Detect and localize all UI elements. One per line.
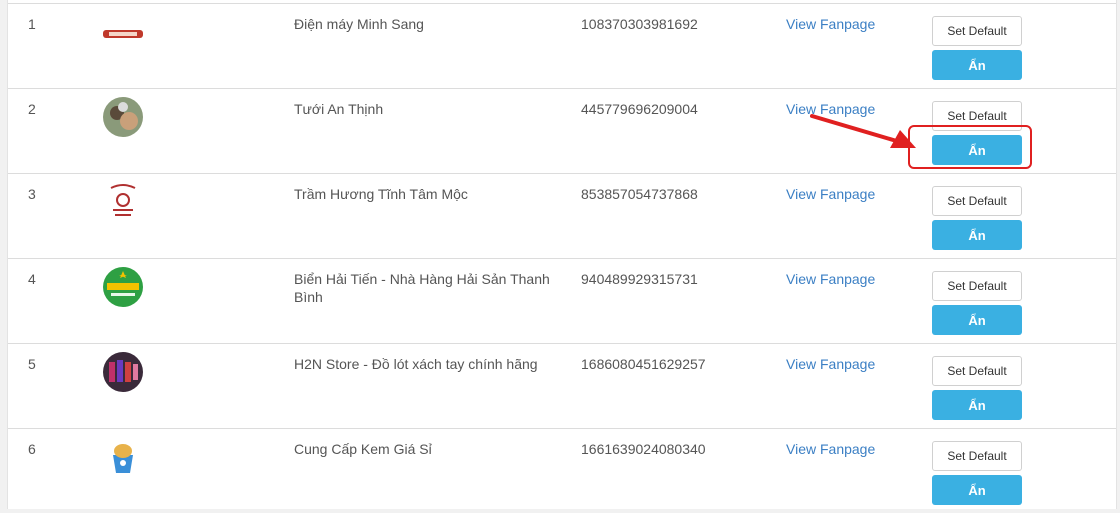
ice-cream-avatar	[103, 437, 143, 477]
fanpage-table: 1 Điện máy Minh Sang 108370303981692 Vie…	[7, 0, 1117, 509]
row-index: 4	[28, 271, 36, 287]
set-default-button[interactable]: Set Default	[932, 356, 1022, 386]
page-name: H2N Store - Đồ lót xách tay chính hãng	[294, 356, 538, 372]
page-id: 1686080451629257	[581, 356, 706, 372]
hide-button[interactable]: Ẩn	[932, 390, 1022, 420]
table-row: 3 Trầm Hương Tĩnh Tâm Mộc 85385705473786…	[8, 173, 1116, 258]
hide-button[interactable]: Ẩn	[932, 305, 1022, 335]
page-name: Điện máy Minh Sang	[294, 16, 424, 32]
row-index: 2	[28, 101, 36, 117]
highlight-box	[908, 125, 1032, 169]
table-row: 6 Cung Cấp Kem Giá Sỉ 1661639024080340 V…	[8, 428, 1116, 513]
table-row: 5 H2N Store - Đồ lót xách tay chính hãng…	[8, 343, 1116, 428]
page-id: 445779696209004	[581, 101, 698, 117]
red-arrow-icon	[810, 114, 916, 148]
page-name: Trầm Hương Tĩnh Tâm Mộc	[294, 186, 468, 202]
set-default-button[interactable]: Set Default	[932, 16, 1022, 46]
hide-button[interactable]: Ẩn	[932, 475, 1022, 505]
row-index: 6	[28, 441, 36, 457]
minh-sang-logo	[103, 12, 143, 52]
view-fanpage-link[interactable]: View Fanpage	[786, 15, 875, 33]
hide-button[interactable]: Ẩn	[932, 220, 1022, 250]
set-default-button[interactable]: Set Default	[932, 271, 1022, 301]
row-index: 1	[28, 16, 36, 32]
view-fanpage-link[interactable]: View Fanpage	[786, 270, 875, 288]
page-id: 1661639024080340	[581, 441, 706, 457]
view-fanpage-link[interactable]: View Fanpage	[786, 440, 875, 458]
page-name: Tưới An Thịnh	[294, 101, 384, 117]
an-thinh-avatar	[103, 97, 143, 137]
set-default-button[interactable]: Set Default	[932, 186, 1022, 216]
table-row: 1 Điện máy Minh Sang 108370303981692 Vie…	[8, 3, 1116, 88]
set-default-button[interactable]: Set Default	[932, 441, 1022, 471]
page-id: 853857054737868	[581, 186, 698, 202]
page-id: 940489929315731	[581, 271, 698, 287]
row-index: 5	[28, 356, 36, 372]
row-index: 3	[28, 186, 36, 202]
page-name: Biển Hải Tiến - Nhà Hàng Hải Sản Thanh B…	[294, 271, 550, 305]
table-row: 4 Biển Hải Tiến - Nhà Hàng Hải Sản Thanh…	[8, 258, 1116, 343]
view-fanpage-link[interactable]: View Fanpage	[786, 185, 875, 203]
tram-huong-logo	[103, 182, 143, 222]
hide-button[interactable]: Ẩn	[932, 50, 1022, 80]
view-fanpage-link[interactable]: View Fanpage	[786, 355, 875, 373]
page-id: 108370303981692	[581, 16, 698, 32]
thanh-binh-logo	[103, 267, 143, 307]
page-name: Cung Cấp Kem Giá Sỉ	[294, 441, 432, 457]
h2n-store-avatar	[103, 352, 143, 392]
